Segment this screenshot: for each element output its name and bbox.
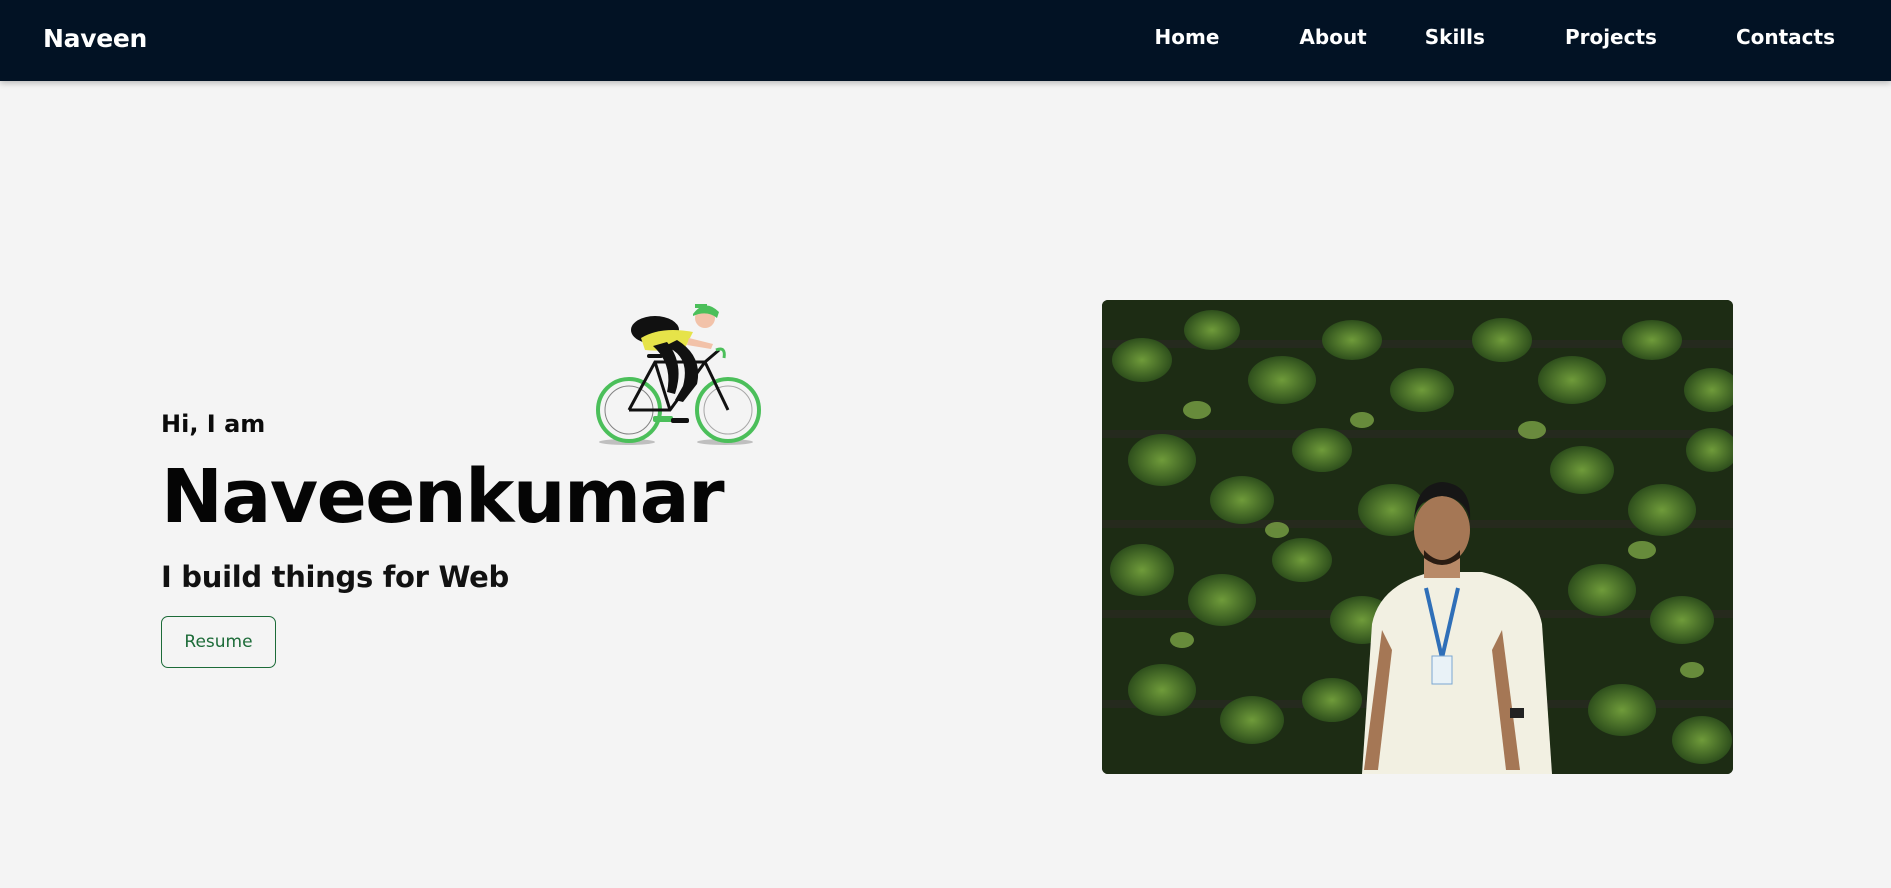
brand-logo[interactable]: Naveen bbox=[43, 24, 147, 53]
resume-button[interactable]: Resume bbox=[161, 616, 276, 668]
cyclist-icon bbox=[596, 304, 761, 445]
profile-photo bbox=[1102, 300, 1733, 774]
nav-about-link[interactable]: About bbox=[1299, 25, 1366, 49]
nav-projects-link[interactable]: Projects bbox=[1565, 25, 1657, 49]
hero-name: Naveenkumar bbox=[161, 454, 725, 540]
greeting-text: Hi, I am bbox=[161, 410, 266, 438]
top-navbar: Naveen Home About Skills Projects Contac… bbox=[0, 0, 1891, 81]
hero-tagline: I build things for Web bbox=[161, 560, 509, 594]
nav-skills-link[interactable]: Skills bbox=[1425, 25, 1485, 49]
nav-contacts-link[interactable]: Contacts bbox=[1736, 25, 1835, 49]
profile-photo-icon bbox=[1102, 300, 1733, 774]
hero-intro: Hi, I am Naveenkumar I build things for … bbox=[161, 300, 801, 680]
nav-home-link[interactable]: Home bbox=[1155, 25, 1220, 49]
nav-links: Home About Skills Projects Contacts bbox=[1155, 25, 1835, 49]
